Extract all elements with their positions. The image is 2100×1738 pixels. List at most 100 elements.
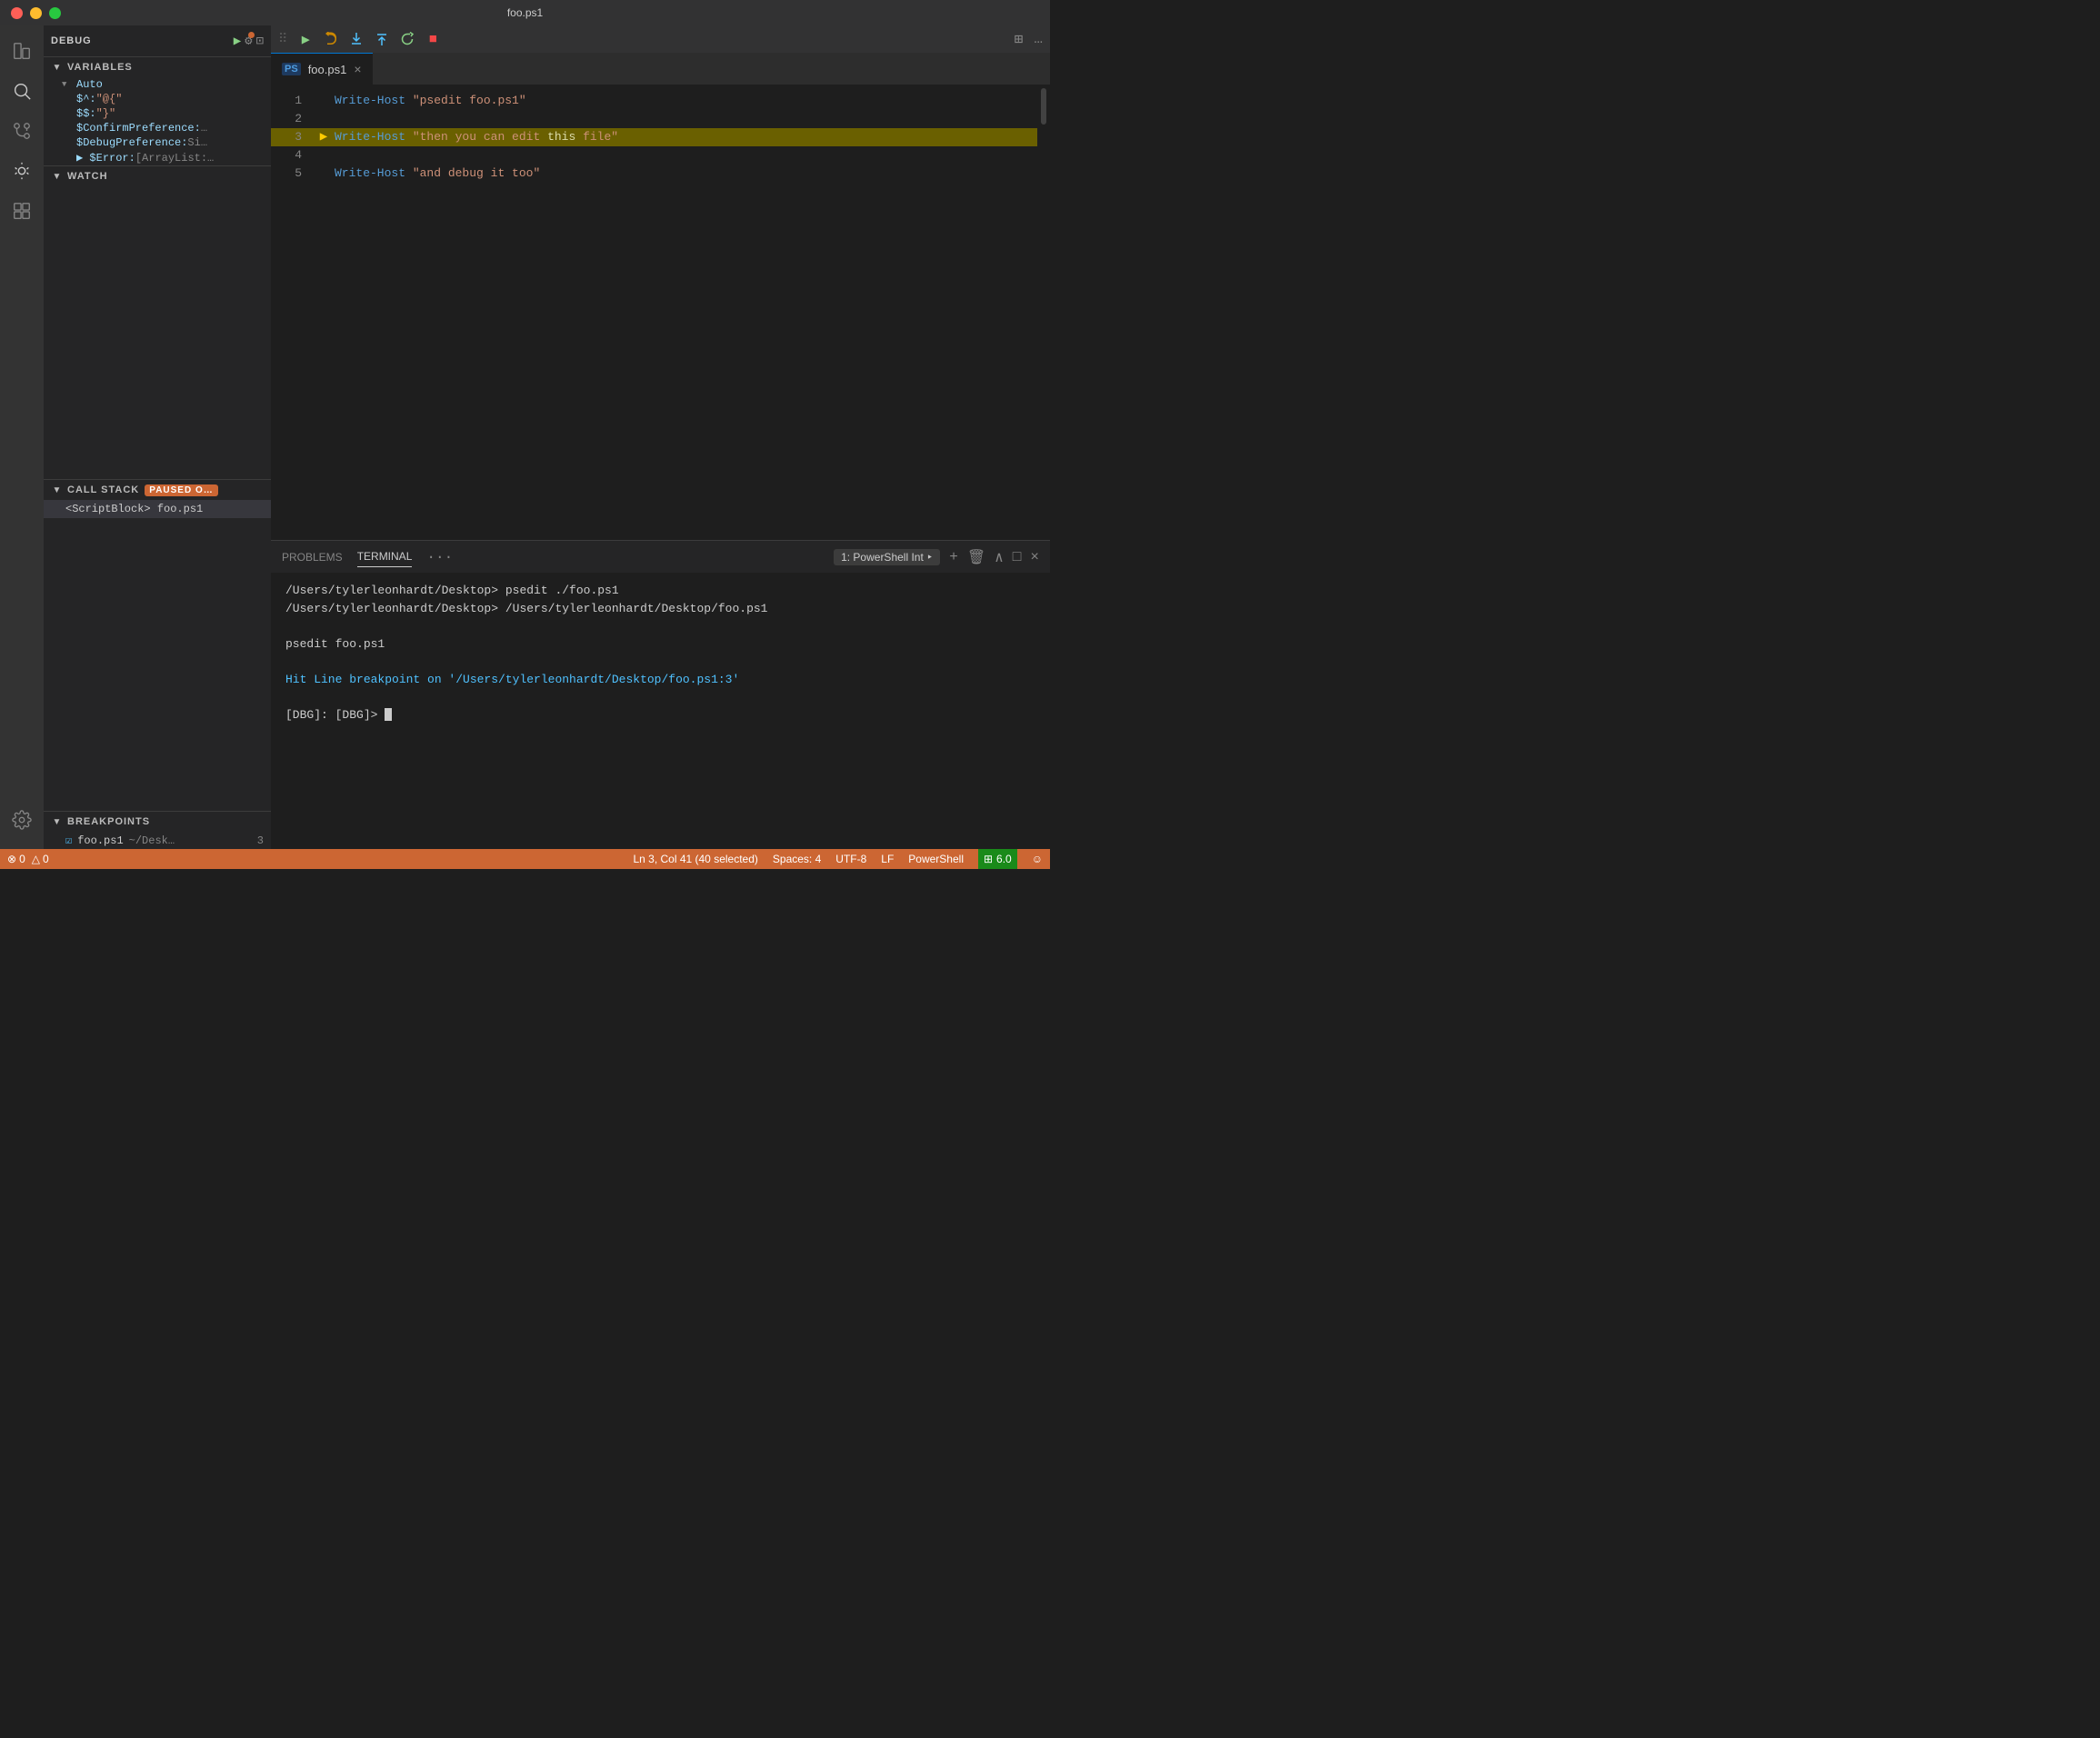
terminal-dropdown[interactable]: 1: PowerShell Int ‣: [834, 549, 940, 565]
term-line-5: [285, 653, 1035, 671]
debug-actions: ▶ ⚙ ⊡: [234, 34, 264, 49]
window-title: foo.ps1: [507, 6, 543, 19]
encoding[interactable]: UTF-8: [835, 853, 866, 865]
var-val-4: Si…: [187, 136, 207, 149]
breakpoints-panel: ▼ BREAKPOINTS ☑ foo.ps1 ~/Desk… 3: [44, 811, 271, 849]
close-terminal-button[interactable]: ×: [1030, 549, 1039, 565]
step-out-button[interactable]: [371, 28, 393, 50]
debug-terminal-button[interactable]: ⊡: [256, 34, 264, 49]
tab-close-button[interactable]: ×: [354, 63, 361, 75]
kill-terminal-button[interactable]: 🗑: [967, 548, 985, 566]
callstack-header[interactable]: ▼ CALL STACK PAUSED O…: [44, 480, 271, 500]
add-terminal-button[interactable]: +: [949, 549, 958, 565]
debug-label: DEBUG: [51, 35, 92, 46]
code-line-4: 4: [271, 146, 1050, 165]
terminal-body[interactable]: /Users/tylerleonhardt/Desktop> psedit ./…: [271, 573, 1050, 849]
stop-button[interactable]: ■: [422, 28, 444, 50]
keyword-1: Write-Host: [335, 94, 405, 107]
string-1: "psedit foo.ps1": [413, 94, 526, 107]
variables-arrow-icon: ▼: [51, 61, 64, 74]
indentation[interactable]: Spaces: 4: [773, 853, 821, 865]
sidebar: DEBUG ▶ ⚙ ⊡ ▼ VARIABLES ▼ Auto $^:: [44, 25, 271, 849]
toolbar-drag-handle[interactable]: ⠿: [278, 32, 287, 47]
activity-icon-debug[interactable]: [4, 153, 40, 189]
terminal-dropdown-label: 1: PowerShell Int ‣: [841, 551, 933, 564]
cursor-position[interactable]: Ln 3, Col 41 (40 selected): [633, 853, 757, 865]
activity-bar: [0, 25, 44, 849]
callstack-label: CALL STACK: [67, 484, 139, 495]
activity-icon-settings[interactable]: [4, 802, 40, 838]
code-area[interactable]: 1 Write-Host "psedit foo.ps1" 2 3: [271, 85, 1050, 540]
activity-icon-search[interactable]: [4, 73, 40, 109]
watch-arrow-icon: ▼: [51, 170, 64, 183]
watch-header[interactable]: ▼ WATCH: [44, 166, 271, 186]
terminal-header: PROBLEMS TERMINAL ··· 1: PowerShell Int …: [271, 541, 1050, 573]
auto-item[interactable]: ▼ Auto: [44, 77, 271, 92]
var-val-2: "}": [96, 107, 116, 120]
warning-icon: △: [32, 853, 40, 865]
line-number-4: 4: [271, 146, 316, 165]
line-number-1: 1: [271, 92, 316, 110]
code-text-5: Write-Host "and debug it too": [331, 165, 1050, 183]
code-text-1: Write-Host "psedit foo.ps1": [331, 92, 1050, 110]
term-line-1: /Users/tylerleonhardt/Desktop> psedit ./…: [285, 582, 1035, 600]
terminal-area: PROBLEMS TERMINAL ··· 1: PowerShell Int …: [271, 540, 1050, 849]
more-actions-button[interactable]: …: [1034, 31, 1043, 47]
feedback-icon[interactable]: ☺: [1032, 853, 1043, 865]
collapse-terminal-button[interactable]: ∧: [995, 548, 1004, 566]
maximize-terminal-button[interactable]: □: [1013, 549, 1022, 565]
status-errors[interactable]: ⊗ 0 △ 0: [7, 853, 49, 865]
tab-label: foo.ps1: [308, 63, 347, 76]
activity-icon-extensions[interactable]: [4, 193, 40, 229]
terminal-tab[interactable]: TERMINAL: [357, 546, 413, 567]
debug-header: DEBUG ▶ ⚙ ⊡: [44, 25, 271, 57]
step-over-button[interactable]: [320, 28, 342, 50]
powershell-extension[interactable]: ⊞ 6.0: [978, 849, 1017, 869]
minimize-button[interactable]: [30, 7, 42, 19]
editor-content[interactable]: 1 Write-Host "psedit foo.ps1" 2 3: [271, 85, 1050, 540]
close-button[interactable]: [11, 7, 23, 19]
activity-icon-explorer[interactable]: [4, 33, 40, 69]
code-line-5: 5 Write-Host "and debug it too": [271, 165, 1050, 183]
var-item-2[interactable]: $$: "}": [44, 106, 271, 121]
activity-icon-source-control[interactable]: [4, 113, 40, 149]
titlebar: foo.ps1: [0, 0, 1050, 25]
terminal-more-button[interactable]: ···: [426, 549, 453, 565]
var-item-1[interactable]: $^: "@{": [44, 92, 271, 106]
eol[interactable]: LF: [881, 853, 894, 865]
callstack-item[interactable]: <ScriptBlock> foo.ps1: [44, 500, 271, 518]
code-line-2: 2: [271, 110, 1050, 128]
callstack-item-text: <ScriptBlock> foo.ps1: [65, 503, 203, 515]
language-mode[interactable]: PowerShell: [908, 853, 964, 865]
debug-play-button[interactable]: ▶: [234, 34, 241, 49]
var-key-5: ▶ $Error:: [76, 151, 135, 165]
debug-gear-button[interactable]: ⚙: [245, 34, 252, 49]
restart-button[interactable]: [396, 28, 418, 50]
terminal-cursor: [385, 708, 392, 721]
split-editor-button[interactable]: ⊞: [1015, 30, 1024, 48]
var-item-4[interactable]: $DebugPreference: Si…: [44, 135, 271, 150]
error-count: 0: [19, 853, 25, 865]
tab-foo-ps1[interactable]: PS foo.ps1 ×: [271, 53, 373, 85]
tab-bar: PS foo.ps1 ×: [271, 53, 1050, 85]
code-line-1: 1 Write-Host "psedit foo.ps1": [271, 92, 1050, 110]
term-line-3: [285, 617, 1035, 635]
var-key-2: $$:: [76, 107, 96, 120]
variables-label: VARIABLES: [67, 62, 133, 73]
term-line-2: /Users/tylerleonhardt/Desktop> /Users/ty…: [285, 600, 1035, 618]
breakpoint-item[interactable]: ☑ foo.ps1 ~/Desk… 3: [44, 832, 271, 849]
step-into-button[interactable]: [345, 28, 367, 50]
maximize-button[interactable]: [49, 7, 61, 19]
problems-tab[interactable]: PROBLEMS: [282, 547, 343, 567]
error-icon: ⊗: [7, 853, 16, 865]
debug-toolbar: ⠿ ▶ ■: [271, 25, 1050, 53]
breakpoints-header[interactable]: ▼ BREAKPOINTS: [44, 812, 271, 832]
var-item-5[interactable]: ▶ $Error: [ArrayList:…: [44, 150, 271, 165]
continue-button[interactable]: ▶: [295, 28, 316, 50]
status-left: ⊗ 0 △ 0: [7, 853, 49, 865]
var-item-3[interactable]: $ConfirmPreference: …: [44, 121, 271, 135]
variables-header[interactable]: ▼ VARIABLES: [44, 57, 271, 77]
string-3b: file": [575, 130, 618, 144]
var-key-3: $ConfirmPreference:: [76, 122, 201, 135]
editor-scrollbar[interactable]: [1037, 85, 1050, 540]
